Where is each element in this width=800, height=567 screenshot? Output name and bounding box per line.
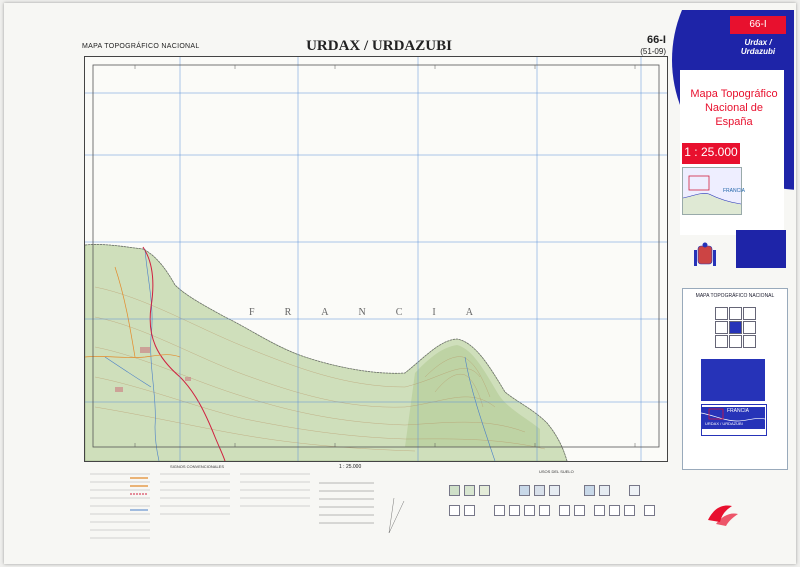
land-use-swatch [524,505,535,516]
land-use-swatch [609,505,620,516]
land-use-swatch [549,485,560,496]
land-use-swatch [509,505,520,516]
land-use-swatch [624,505,635,516]
land-use-swatch [464,485,475,496]
info-inset-sheet: URDAX / URDAZUBI [705,421,743,426]
declination-diagram [319,482,405,534]
cnig-logo-icon [708,505,738,526]
land-use-heading: USOS DEL SUELO [539,469,574,474]
land-use-swatch [479,485,490,496]
cover-inset-label: FRANCIA [723,188,745,194]
land-use-swatch [519,485,530,496]
land-use-swatch [629,485,640,496]
cover-name-line1: Urdax / [744,38,772,47]
series-label: MAPA TOPOGRÁFICO NACIONAL [82,43,200,50]
sheet-number: 66-I [647,34,666,46]
adjacent-sheets-grid [715,307,757,349]
cover-title-line3: España [715,115,753,128]
map-frame[interactable]: FRANCIA [84,56,668,462]
cover-name-line2: Urdazubi [740,47,776,57]
info-inset-label: FRANCIA [727,408,749,414]
cover-title: Mapa Topográfico Nacional de España [682,88,786,129]
land-use-swatch [494,505,505,516]
topographic-map [85,57,667,461]
land-use-swatch [449,505,460,516]
land-use-swatch [574,505,585,516]
land-use-swatch [594,505,605,516]
cover-inset-map: FRANCIA [682,167,745,215]
country-label: FRANCIA [249,307,503,318]
cover-sheet-number: 66-I [730,16,786,34]
sheet-title: URDAX / URDAZUBI [306,38,452,54]
cover-scale: 1 : 25.000 [682,143,740,164]
cover-sidebar: 66-I Urdax / Urdazubi Mapa Topográfico N… [672,10,794,560]
land-use-swatch [584,485,595,496]
land-use-swatch [449,485,460,496]
land-use-swatch [534,485,545,496]
cover-title-line2: Nacional de [704,101,764,114]
coat-of-arms-icon [694,242,716,266]
legend-symbols [90,473,310,539]
map-sheet: MAPA TOPOGRÁFICO NACIONAL URDAX / URDAZU… [4,3,796,564]
cover-sheet-name: Urdax / Urdazubi [730,34,786,68]
info-panel: MAPA TOPOGRÁFICO NACIONAL FRANCIA URDAX … [682,288,788,470]
land-use-swatch [559,505,570,516]
info-inset-map: FRANCIA URDAX / URDAZUBI [700,407,766,429]
land-use-swatch [539,505,550,516]
legend-scale: 1 : 25.000 [339,464,362,470]
land-use-swatch [644,505,655,516]
land-use-swatch [464,505,475,516]
land-use-swatch [599,485,610,496]
cover-title-line1: Mapa Topográfico [690,88,778,100]
info-title: MAPA TOPOGRÁFICO NACIONAL [695,293,775,299]
info-blue-block-1 [701,359,765,401]
land-use-panel: USOS DEL SUELO [444,469,664,553]
cover-blue-block [736,230,786,268]
sheet-code: (51-09) [640,47,666,56]
